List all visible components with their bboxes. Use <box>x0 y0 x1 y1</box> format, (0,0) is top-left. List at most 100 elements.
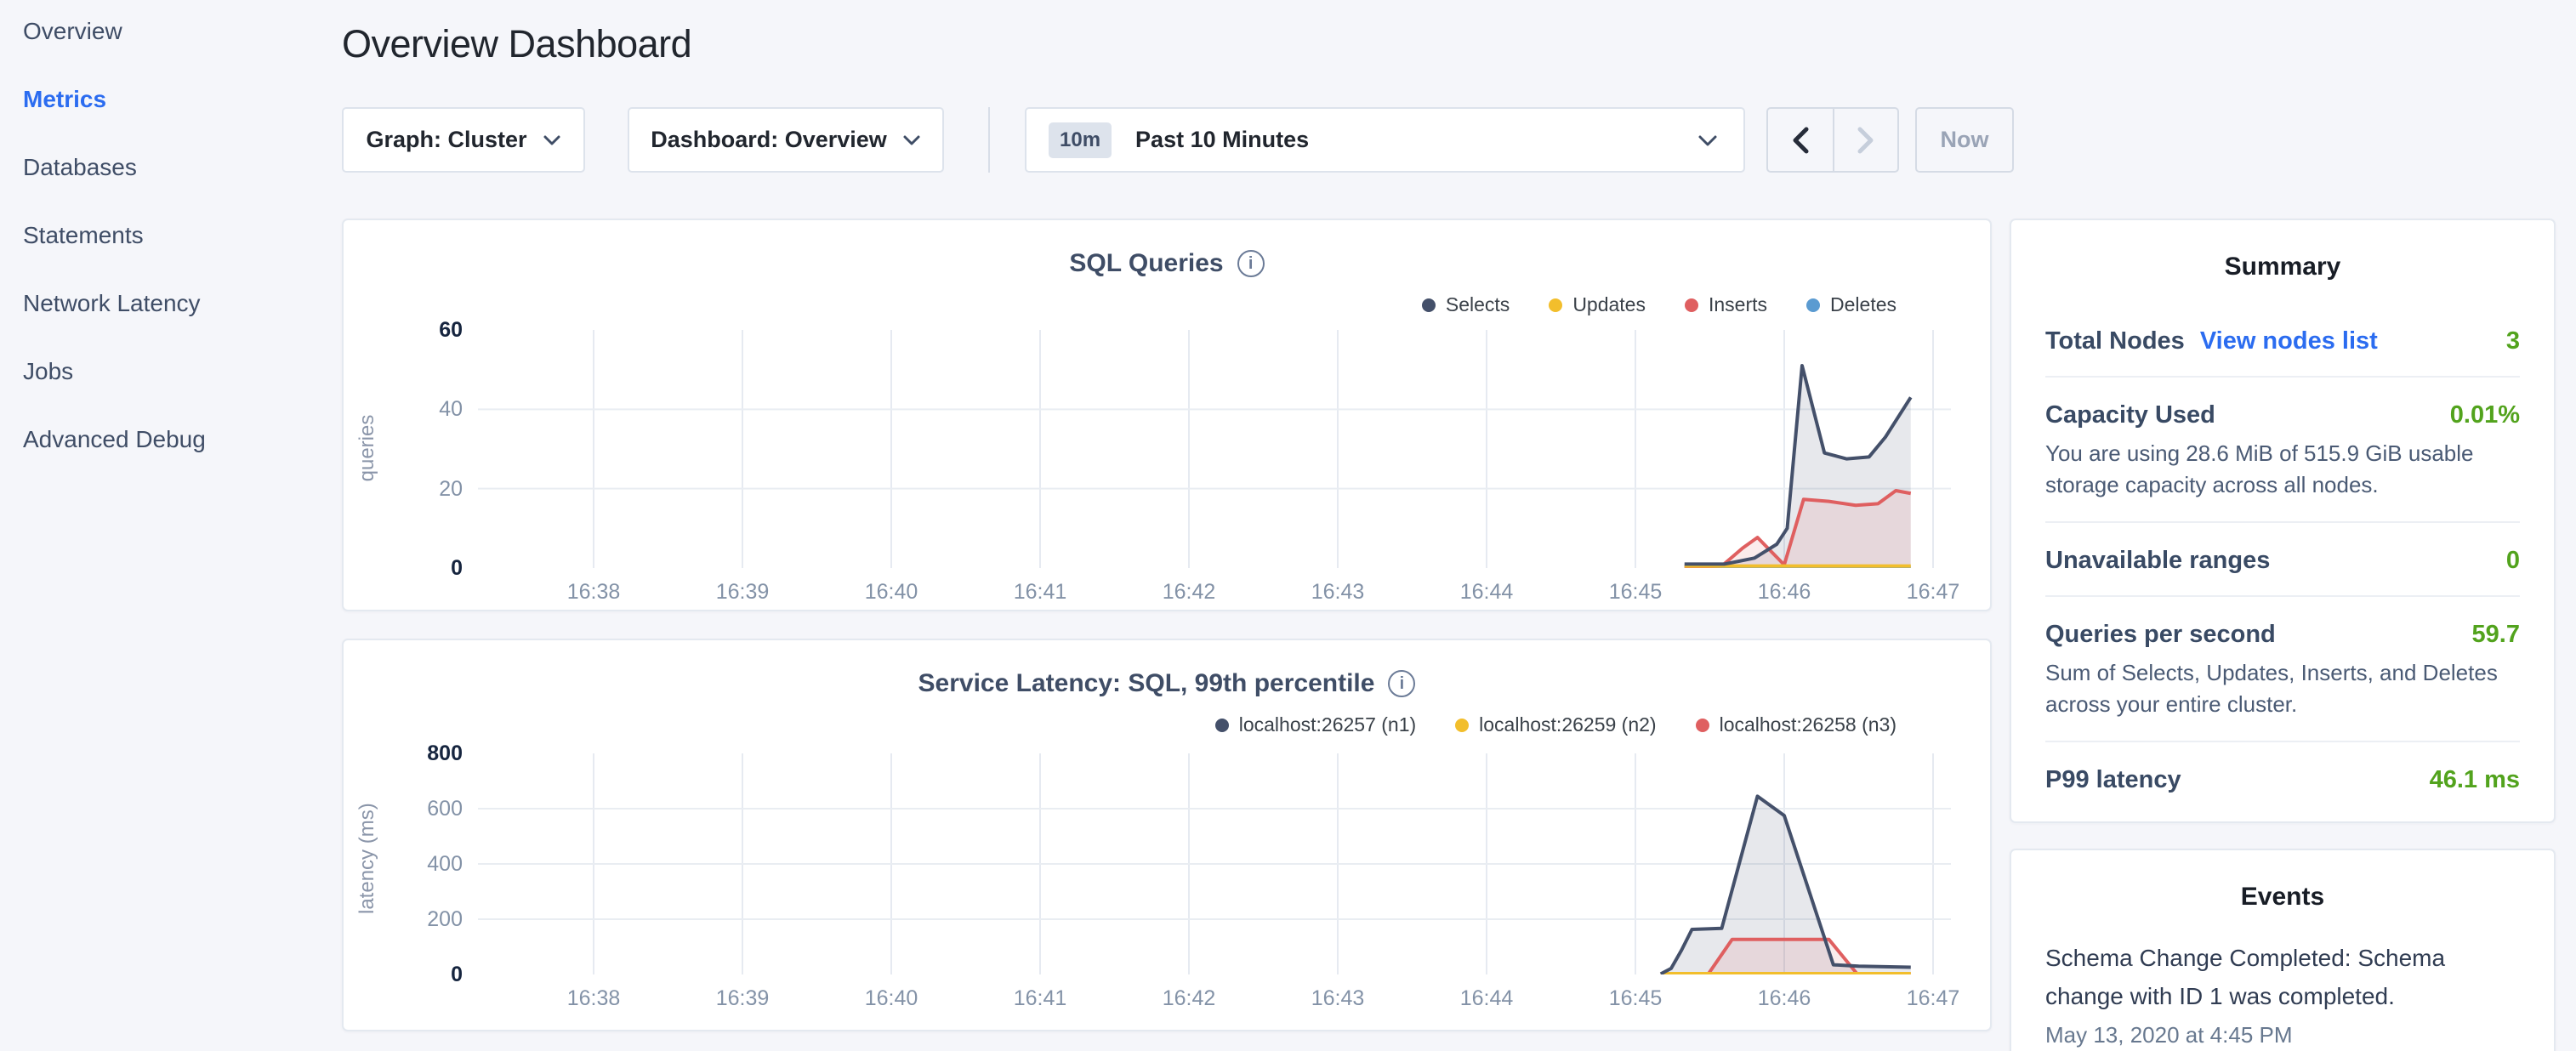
summary-row-value: 0 <box>2506 547 2520 575</box>
legend-item[interactable]: localhost:26259 (n2) <box>1455 713 1656 736</box>
legend-dot-icon <box>1685 298 1698 312</box>
x-axis-tick-label: 16:39 <box>691 580 793 605</box>
dashboard-dropdown-label: Dashboard: Overview <box>651 127 887 153</box>
x-axis-tick-label: 16:40 <box>840 986 942 1011</box>
y-axis-tick-label: 400 <box>378 852 463 877</box>
legend-dot-icon <box>1549 298 1562 312</box>
event-text[interactable]: Schema Change Completed: Schema change w… <box>2045 939 2520 1015</box>
summary-row-value: 59.7 <box>2472 621 2520 649</box>
x-axis-tick-label: 16:38 <box>543 986 645 1011</box>
summary-divider <box>2045 595 2520 597</box>
summary-row-label: P99 latency <box>2045 766 2181 794</box>
page: Overview Metrics Databases Statements Networ… <box>0 0 2576 1051</box>
legend-dot-icon <box>1422 298 1436 312</box>
dashboard-dropdown[interactable]: Dashboard: Overview <box>628 107 944 173</box>
graph-scope-dropdown[interactable]: Graph: Cluster <box>342 107 585 173</box>
x-axis-tick-label: 16:42 <box>1138 986 1240 1011</box>
summary-divider <box>2045 741 2520 742</box>
service-latency-chart-card: Service Latency: SQL, 99th percentile i … <box>342 639 1992 1031</box>
x-axis-tick-label: 16:39 <box>691 986 793 1011</box>
summary-row-label: Unavailable ranges <box>2045 547 2270 575</box>
legend-item[interactable]: localhost:26257 (n1) <box>1215 713 1416 736</box>
chevron-down-icon <box>902 134 921 146</box>
summary-divider <box>2045 376 2520 378</box>
y-axis-tick-label: 0 <box>378 556 463 581</box>
legend-label: Deletes <box>1830 293 1896 316</box>
x-axis-tick-label: 16:42 <box>1138 580 1240 605</box>
x-axis-tick-label: 16:41 <box>989 580 1091 605</box>
sidebar-item-advanced-debug[interactable]: Advanced Debug <box>23 425 321 454</box>
now-button[interactable]: Now <box>1915 107 2014 173</box>
summary-rows: Total NodesView nodes list3Capacity Used… <box>2011 327 2554 794</box>
summary-row-description: Sum of Selects, Updates, Inserts, and De… <box>2045 657 2520 720</box>
info-icon[interactable]: i <box>1237 250 1265 277</box>
summary-row: Capacity Used0.01% <box>2045 401 2520 429</box>
y-axis-tick-label: 20 <box>378 477 463 502</box>
y-axis-unit-label: queries <box>355 397 379 499</box>
legend-item[interactable]: Inserts <box>1685 293 1767 316</box>
time-range-label: Past 10 Minutes <box>1135 127 1697 153</box>
info-icon[interactable]: i <box>1388 670 1415 697</box>
summary-panel: Summary Total NodesView nodes list3Capac… <box>2010 219 2556 823</box>
time-step-back-button[interactable] <box>1768 109 1833 171</box>
chevron-right-icon <box>1857 126 1875 155</box>
page-title: Overview Dashboard <box>342 22 691 66</box>
view-nodes-list-link[interactable]: View nodes list <box>2200 327 2378 355</box>
summary-row-label: Total Nodes <box>2045 327 2185 355</box>
summary-row-label: Queries per second <box>2045 621 2276 649</box>
legend-label: localhost:26257 (n1) <box>1239 713 1416 736</box>
sql-queries-chart-card: SQL Queries i Selects Updates Inserts Delet… <box>342 219 1992 611</box>
time-range-dropdown[interactable]: 10m Past 10 Minutes <box>1025 107 1745 173</box>
y-axis-unit-label: latency (ms) <box>355 812 379 914</box>
sidebar-item-statements[interactable]: Statements <box>23 221 321 250</box>
x-axis-tick-label: 16:41 <box>989 986 1091 1011</box>
y-axis-tick-label: 600 <box>378 797 463 821</box>
sidebar-item-databases[interactable]: Databases <box>23 153 321 182</box>
legend-item[interactable]: Deletes <box>1806 293 1896 316</box>
legend-label: Selects <box>1446 293 1510 316</box>
legend-dot-icon <box>1696 719 1709 732</box>
summary-row: Unavailable ranges 0 <box>2045 547 2520 575</box>
y-axis-tick-label: 200 <box>378 907 463 932</box>
legend-dot-icon <box>1215 719 1229 732</box>
time-step-forward-button[interactable] <box>1833 109 1897 171</box>
chart-legend: localhost:26257 (n1) localhost:26259 (n2)… <box>1215 713 1896 736</box>
event-timestamp: May 13, 2020 at 4:45 PM <box>2045 1022 2520 1048</box>
controls-divider <box>988 107 990 173</box>
legend-dot-icon <box>1455 719 1469 732</box>
x-axis-tick-label: 16:47 <box>1882 986 1984 1011</box>
summary-title: Summary <box>2011 220 2554 281</box>
events-panel: Events Schema Change Completed: Schema c… <box>2010 849 2556 1051</box>
legend-item[interactable]: localhost:26258 (n3) <box>1696 713 1896 736</box>
sidebar-item-network-latency[interactable]: Network Latency <box>23 289 321 318</box>
plot-svg <box>478 330 1951 568</box>
sidebar-item-metrics[interactable]: Metrics <box>23 85 321 114</box>
chart-title: SQL Queries <box>1069 249 1223 278</box>
y-axis-tick-label: 800 <box>378 741 463 766</box>
events-title: Events <box>2011 850 2554 912</box>
legend-item[interactable]: Selects <box>1422 293 1510 316</box>
summary-row: P99 latency 46.1 ms <box>2045 766 2520 794</box>
legend-item[interactable]: Updates <box>1549 293 1646 316</box>
sidebar-item-jobs[interactable]: Jobs <box>23 357 321 386</box>
time-range-badge: 10m <box>1049 122 1112 158</box>
x-axis-tick-label: 16:38 <box>543 580 645 605</box>
summary-divider <box>2045 521 2520 523</box>
x-axis-tick-label: 16:44 <box>1436 580 1538 605</box>
graph-scope-dropdown-label: Graph: Cluster <box>366 127 526 153</box>
sidebar-nav: Overview Metrics Databases Statements Networ… <box>23 17 321 493</box>
chart-title: Service Latency: SQL, 99th percentile <box>918 669 1375 698</box>
legend-label: Updates <box>1572 293 1646 316</box>
x-axis-tick-label: 16:44 <box>1436 986 1538 1011</box>
x-axis-tick-label: 16:45 <box>1584 986 1686 1011</box>
x-axis-tick-label: 16:45 <box>1584 580 1686 605</box>
plot-svg <box>478 753 1951 974</box>
summary-row: Total NodesView nodes list3 <box>2045 327 2520 355</box>
x-axis-tick-label: 16:43 <box>1287 986 1389 1011</box>
sidebar-item-overview[interactable]: Overview <box>23 17 321 46</box>
x-axis-tick-label: 16:46 <box>1733 580 1835 605</box>
summary-row-value: 0.01% <box>2450 401 2520 429</box>
summary-row-value: 46.1 ms <box>2430 766 2520 794</box>
x-axis-tick-label: 16:40 <box>840 580 942 605</box>
x-axis-tick-label: 16:43 <box>1287 580 1389 605</box>
